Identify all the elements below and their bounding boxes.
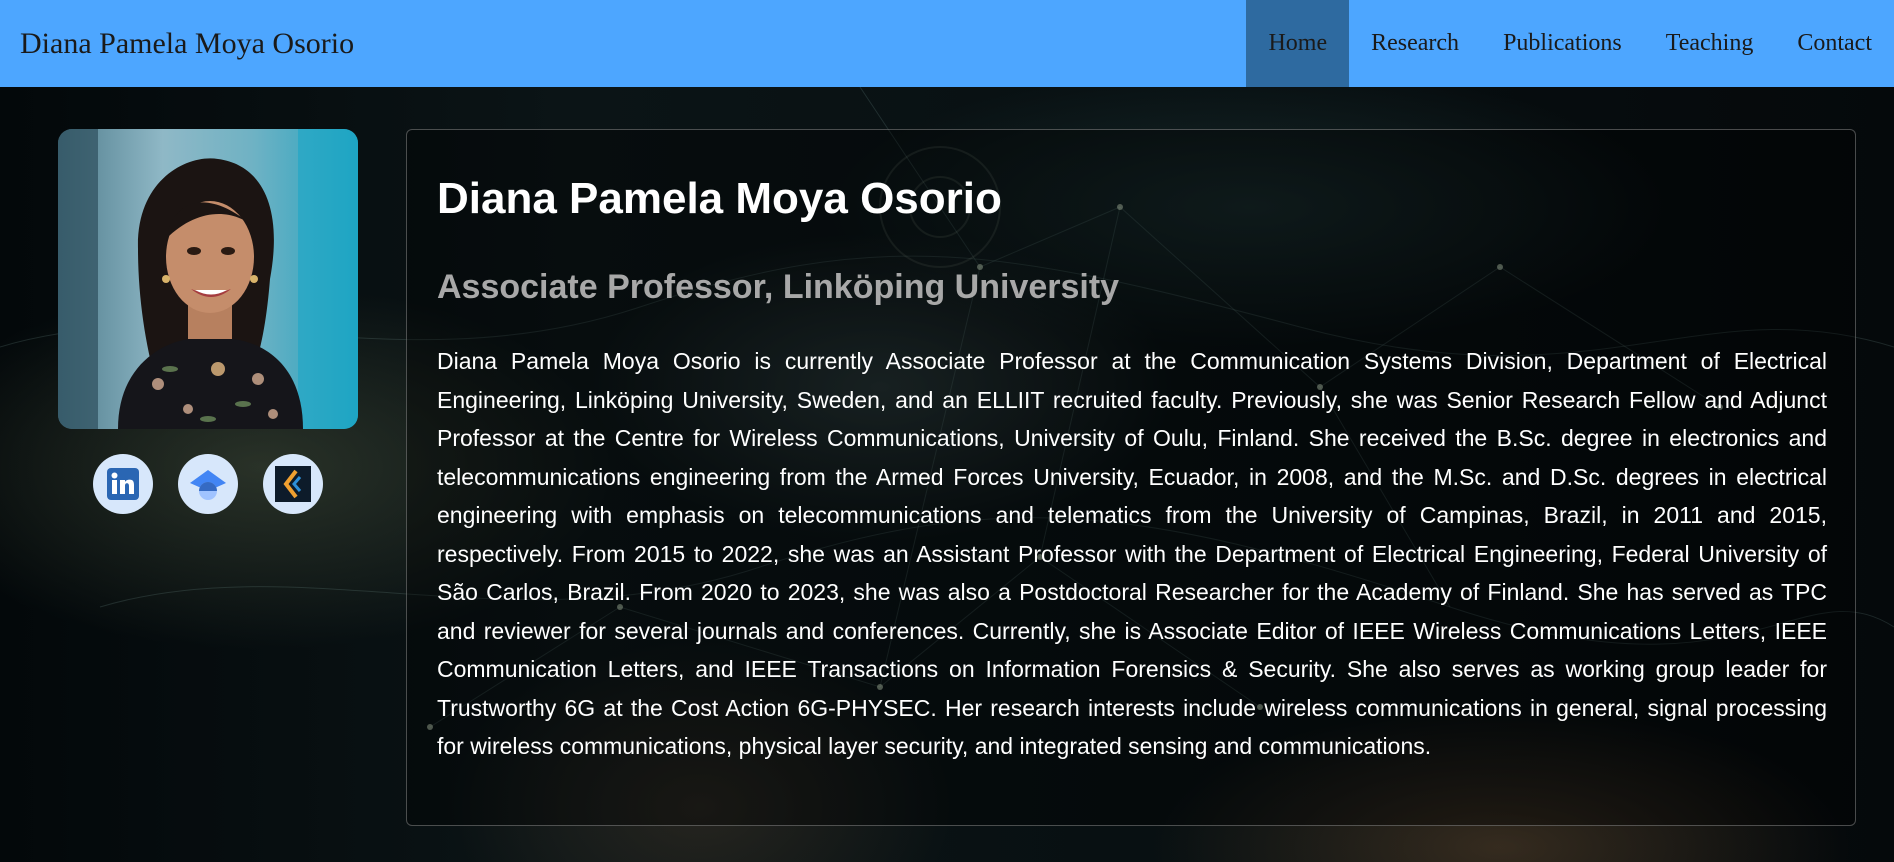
top-navbar: Diana Pamela Moya Osorio Home Research P… — [0, 0, 1894, 87]
google-scholar-link[interactable] — [178, 454, 238, 514]
nav-research[interactable]: Research — [1349, 0, 1481, 87]
linkedin-icon — [107, 468, 139, 500]
nav-publications[interactable]: Publications — [1481, 0, 1644, 87]
linkedin-link[interactable] — [93, 454, 153, 514]
main-nav: Home Research Publications Teaching Cont… — [1246, 0, 1894, 87]
orcid-diva-icon — [275, 466, 311, 502]
google-scholar-icon — [190, 470, 226, 500]
profile-title: Associate Professor, Linköping Universit… — [437, 268, 1120, 306]
social-links — [93, 454, 323, 514]
nav-home[interactable]: Home — [1246, 0, 1350, 87]
profile-name: Diana Pamela Moya Osorio — [437, 174, 1002, 223]
bio-card: Diana Pamela Moya Osorio Associate Profe… — [406, 129, 1856, 826]
portrait-illustration — [58, 129, 358, 429]
nav-contact[interactable]: Contact — [1775, 0, 1894, 87]
site-title[interactable]: Diana Pamela Moya Osorio — [0, 27, 354, 61]
nav-teaching[interactable]: Teaching — [1644, 0, 1776, 87]
profile-photo — [58, 129, 358, 429]
diva-portal-link[interactable] — [263, 454, 323, 514]
profile-bio: Diana Pamela Moya Osorio is currently As… — [437, 348, 1827, 759]
